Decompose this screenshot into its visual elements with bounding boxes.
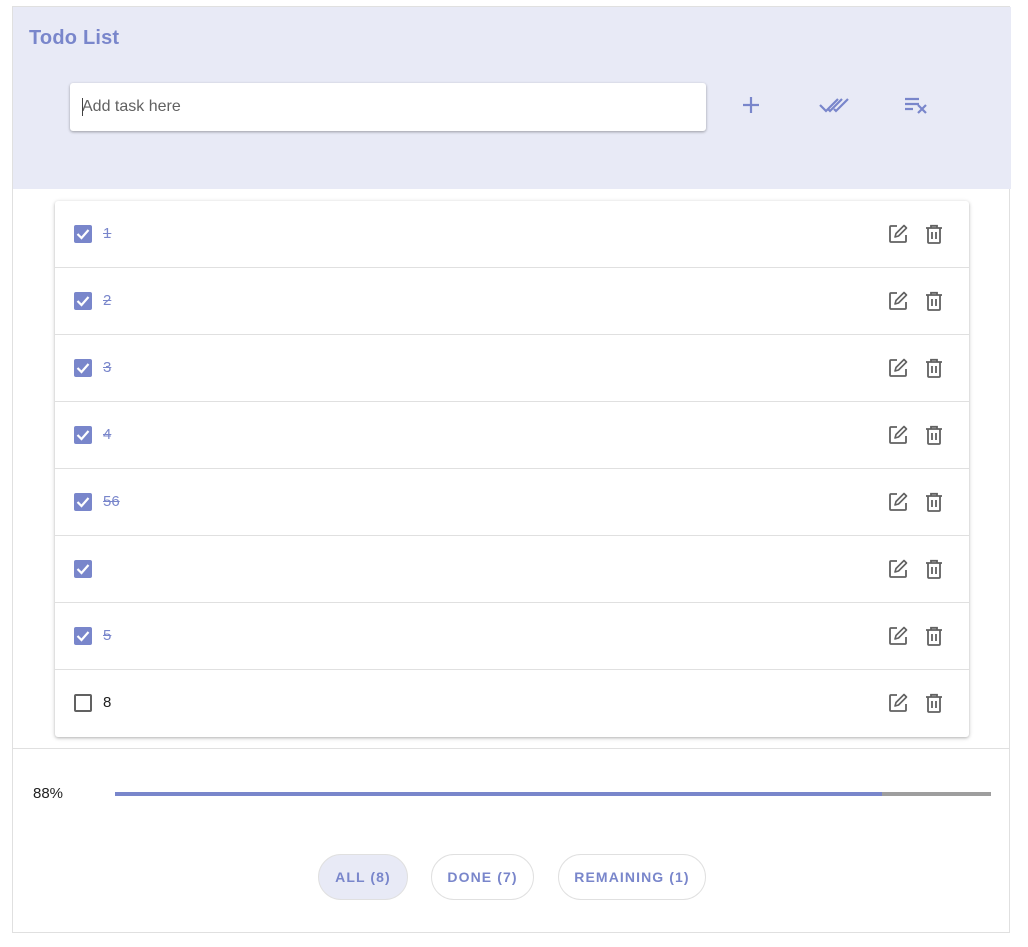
trash-icon [926, 492, 942, 512]
edit-icon [889, 626, 908, 645]
edit-icon [889, 291, 908, 310]
todo-checkbox[interactable] [74, 493, 92, 511]
page-title: Todo List [29, 27, 120, 49]
edit-icon [889, 559, 908, 578]
edit-todo-button[interactable] [886, 423, 910, 447]
trash-icon [926, 224, 942, 244]
task-input-container [70, 83, 706, 131]
checkmark-icon [76, 564, 90, 575]
edit-icon [889, 358, 908, 377]
trash-icon [926, 425, 942, 445]
todo-label: 3 [103, 359, 112, 376]
mark-all-done-button[interactable] [814, 87, 854, 127]
edit-todo-button[interactable] [886, 289, 910, 313]
todo-checkbox[interactable] [74, 560, 92, 578]
task-input[interactable] [82, 83, 692, 131]
delete-todo-button[interactable] [922, 557, 946, 581]
clear-completed-button[interactable] [896, 87, 936, 127]
todo-checkbox[interactable] [74, 225, 92, 243]
checkmark-icon [76, 229, 90, 240]
filter-bar: ALL (8) DONE (7) REMAINING (1) [13, 854, 1011, 902]
checkmark-icon [76, 363, 90, 374]
trash-icon [926, 291, 942, 311]
todo-checkbox[interactable] [74, 292, 92, 310]
delete-todo-button[interactable] [922, 490, 946, 514]
progress-percent: 88% [33, 785, 64, 802]
checkmark-icon [76, 296, 90, 307]
todo-row: 5 [55, 603, 969, 670]
text-caret [82, 98, 83, 116]
checkmark-icon [76, 430, 90, 441]
edit-todo-button[interactable] [886, 356, 910, 380]
delete-todo-button[interactable] [922, 356, 946, 380]
todo-checkbox[interactable] [74, 694, 92, 712]
todo-row: 4 [55, 402, 969, 469]
todo-row [55, 536, 969, 603]
delete-todo-button[interactable] [922, 222, 946, 246]
todo-app: Todo List Add task here 1 2 3 4 56 5 8 8… [12, 6, 1011, 933]
todo-checkbox[interactable] [74, 627, 92, 645]
delete-todo-button[interactable] [922, 289, 946, 313]
todo-label: 1 [103, 225, 112, 242]
trash-icon [926, 626, 942, 646]
add-task-button[interactable] [731, 87, 771, 127]
progress-bar [115, 792, 991, 796]
todo-row: 2 [55, 268, 969, 335]
double-check-icon [819, 95, 849, 120]
edit-icon [889, 693, 908, 712]
header: Todo List [13, 7, 1011, 189]
delete-todo-button[interactable] [922, 423, 946, 447]
todo-checkbox[interactable] [74, 426, 92, 444]
todo-row: 56 [55, 469, 969, 536]
clear-list-icon [903, 95, 929, 120]
todo-label: 2 [103, 292, 112, 309]
filter-label: ALL (8) [335, 869, 391, 885]
edit-icon [889, 224, 908, 243]
filter-remaining-button[interactable]: REMAINING (1) [558, 854, 706, 900]
trash-icon [926, 358, 942, 378]
trash-icon [926, 693, 942, 713]
todo-label: 8 [103, 694, 112, 711]
delete-todo-button[interactable] [922, 691, 946, 715]
todo-label: 5 [103, 627, 112, 644]
todo-list: 1 2 3 4 56 5 8 [55, 201, 969, 737]
filter-label: DONE (7) [447, 869, 518, 885]
todo-row: 1 [55, 201, 969, 268]
filter-all-button[interactable]: ALL (8) [318, 854, 408, 900]
filter-label: REMAINING (1) [574, 869, 690, 885]
plus-icon [741, 95, 761, 120]
trash-icon [926, 559, 942, 579]
todo-label: 4 [103, 426, 112, 443]
edit-todo-button[interactable] [886, 624, 910, 648]
checkmark-icon [76, 497, 90, 508]
edit-icon [889, 492, 908, 511]
edit-todo-button[interactable] [886, 557, 910, 581]
progress-bar-fill [115, 792, 882, 796]
todo-row: 3 [55, 335, 969, 402]
edit-todo-button[interactable] [886, 691, 910, 715]
todo-label: 56 [103, 493, 120, 510]
edit-todo-button[interactable] [886, 490, 910, 514]
todo-row: 8 [55, 670, 969, 737]
edit-todo-button[interactable] [886, 222, 910, 246]
delete-todo-button[interactable] [922, 624, 946, 648]
divider [13, 748, 1009, 749]
edit-icon [889, 425, 908, 444]
filter-done-button[interactable]: DONE (7) [431, 854, 534, 900]
todo-checkbox[interactable] [74, 359, 92, 377]
checkmark-icon [76, 631, 90, 642]
